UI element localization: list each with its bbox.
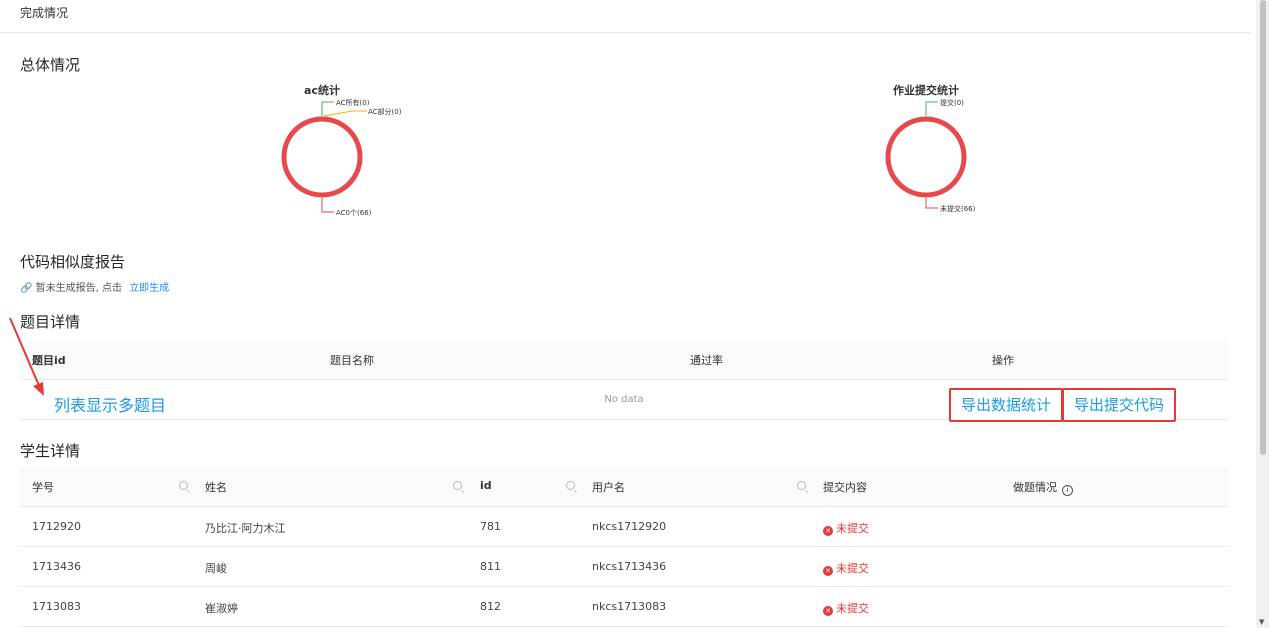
problems-table-header: 题目id 题目名称 通过率 操作	[20, 340, 1228, 380]
top-bar: 完成情况	[0, 0, 1251, 33]
error-icon: ✕	[823, 606, 833, 616]
submit-chart-leader-unsubmitted	[925, 198, 938, 209]
col-submission[interactable]: 提交内容	[823, 479, 867, 495]
student-no: 1712920	[32, 520, 81, 533]
col-username[interactable]: 用户名	[592, 479, 625, 495]
similarity-notice: 🔗 暂未生成报告, 点击 立即生成	[20, 279, 169, 294]
ac-chart-label-all: AC所有(0)	[336, 98, 370, 107]
col-id[interactable]: id	[480, 479, 492, 492]
table-row[interactable]: 1713083 崔淑婷 812 nkcs1713083 ✕ 未提交	[20, 587, 1228, 627]
student-username: nkcs1712920	[592, 520, 667, 533]
ac-chart-label-zero: AC0个(66)	[336, 209, 372, 217]
ac-chart-leader-all	[321, 101, 334, 116]
annotation-arrow-icon	[9, 317, 44, 396]
ac-chart-leader-partial	[323, 110, 367, 117]
submission-status-text: 未提交	[836, 602, 869, 615]
col-name[interactable]: 姓名	[205, 479, 227, 495]
page-title: 完成情况	[20, 6, 69, 20]
overview-title: 总体情况	[20, 56, 81, 74]
error-icon: ✕	[823, 526, 833, 536]
col-problem-name[interactable]: 题目名称	[330, 352, 374, 368]
submission-status: ✕ 未提交	[823, 600, 869, 616]
scrollbar-thumb[interactable]	[1260, 0, 1266, 455]
submit-chart-ring	[885, 116, 967, 198]
col-progress-label: 做题情况	[1013, 481, 1057, 494]
table-row[interactable]: 1713436 周峻 811 nkcs1713436 ✕ 未提交	[20, 547, 1228, 587]
export-stats-button[interactable]: 导出数据统计	[949, 388, 1064, 422]
submit-chart-label-submitted: 提交(0)	[940, 98, 964, 107]
student-id: 811	[480, 560, 501, 573]
generate-report-link[interactable]: 立即生成	[129, 283, 169, 294]
scroll-down-arrow-icon[interactable]: ▼	[1259, 618, 1264, 626]
col-pass-rate[interactable]: 通过率	[690, 352, 723, 368]
info-icon[interactable]: i	[1062, 485, 1073, 496]
search-icon[interactable]	[179, 481, 188, 490]
link-icon: 🔗	[20, 283, 33, 294]
student-username: nkcs1713083	[592, 600, 667, 613]
ac-chart: ac统计 AC所有(0) AC部分(0) AC0个(66)	[192, 80, 452, 225]
ac-chart-ring	[281, 116, 363, 198]
similarity-text: 暂未生成报告, 点击	[35, 283, 122, 294]
student-name: 周峻	[205, 562, 227, 575]
ac-chart-label-partial: AC部分(0)	[368, 107, 402, 116]
student-no: 1713436	[32, 560, 81, 573]
search-icon[interactable]	[797, 481, 806, 490]
students-table-header: 学号 姓名 id 用户名 提交内容 做题情况 i	[20, 467, 1228, 507]
submit-chart-label-unsubmitted: 未提交(66)	[940, 204, 976, 213]
submission-status: ✕ 未提交	[823, 560, 869, 576]
student-id: 812	[480, 600, 501, 613]
similarity-title: 代码相似度报告	[20, 253, 126, 271]
student-no: 1713083	[32, 600, 81, 613]
search-icon[interactable]	[566, 481, 575, 490]
table-row[interactable]: 1712920 乃比江·阿力木江 781 nkcs1712920 ✕ 未提交	[20, 507, 1228, 547]
student-name: 崔淑婷	[205, 602, 238, 615]
submit-chart-leader-submitted	[925, 101, 938, 116]
vertical-scrollbar[interactable]: ▼	[1256, 0, 1269, 628]
submission-status: ✕ 未提交	[823, 520, 869, 536]
student-username: nkcs1713436	[592, 560, 667, 573]
col-student-no[interactable]: 学号	[32, 479, 54, 495]
student-id: 781	[480, 520, 501, 533]
error-icon: ✕	[823, 566, 833, 576]
student-name: 乃比江·阿力木江	[205, 522, 286, 535]
students-title: 学生详情	[20, 442, 81, 460]
submission-status-text: 未提交	[836, 522, 869, 535]
ac-chart-leader-zero	[321, 198, 334, 213]
col-progress: 做题情况 i	[1013, 479, 1073, 496]
search-icon[interactable]	[453, 481, 462, 490]
col-actions: 操作	[992, 354, 1014, 367]
annotation-text: 列表显示多题目	[54, 396, 167, 415]
submission-status-text: 未提交	[836, 562, 869, 575]
export-code-button[interactable]: 导出提交代码	[1062, 388, 1177, 422]
submit-chart: 作业提交统计 提交(0) 未提交(66)	[796, 80, 1056, 225]
